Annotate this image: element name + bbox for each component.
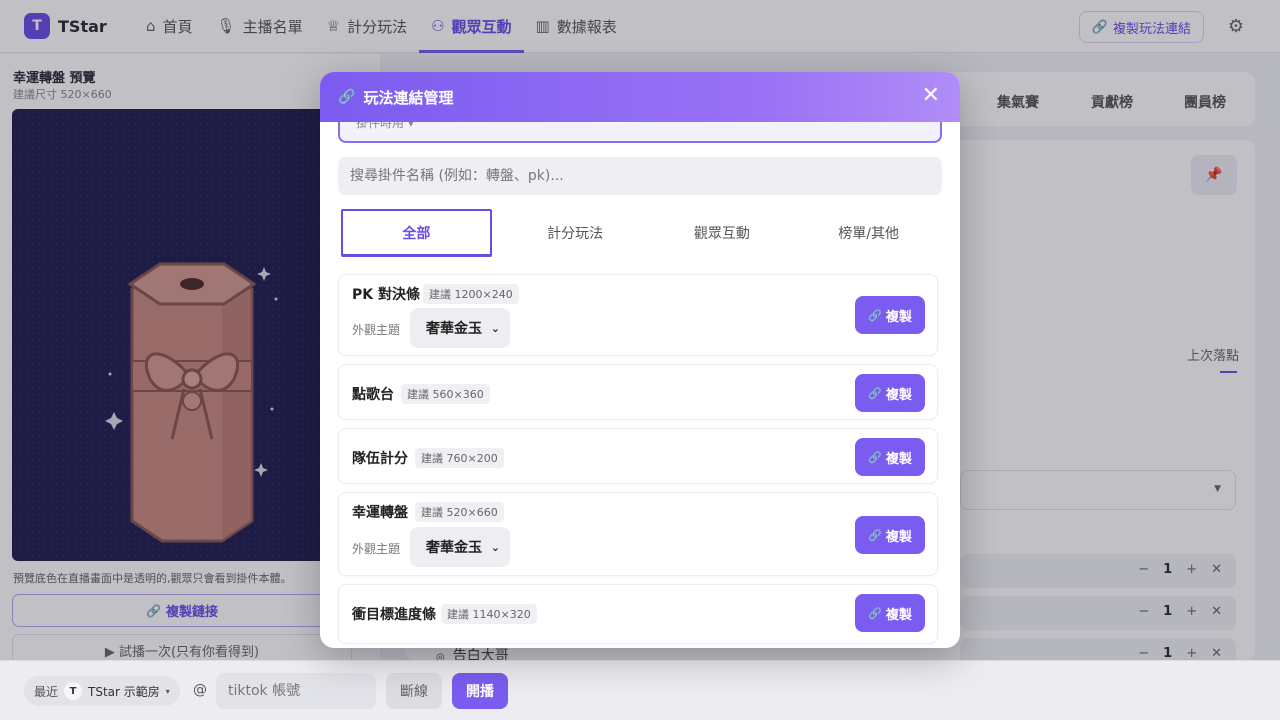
copy-label: 複製 xyxy=(885,387,912,403)
link-icon: 🔗 xyxy=(868,386,882,400)
theme-select[interactable]: 奢華金玉 ⌄ xyxy=(410,527,510,567)
tab-scoring[interactable]: 計分玩法 xyxy=(502,207,649,259)
copy-label: 複製 xyxy=(885,607,912,623)
recent-label: 最近 xyxy=(34,684,59,699)
widget-name: 隊伍計分 xyxy=(352,451,408,467)
widget-name: 衝目標進度條 xyxy=(352,607,436,623)
widget-size: 建議 1140×320 xyxy=(441,604,537,624)
widget-size: 建議 760×200 xyxy=(415,448,504,468)
copy-label: 複製 xyxy=(885,529,912,545)
bottom-bar: 最近 T TStar 示範房 ▾ @ 斷線 開播 xyxy=(0,660,1280,720)
tab-all[interactable]: 全部 xyxy=(341,209,492,257)
widget-name: 幸運轉盤 xyxy=(352,505,408,521)
theme-value: 奢華金玉 xyxy=(426,321,482,337)
copy-button[interactable]: 🔗 複製 xyxy=(855,516,925,554)
recent-room-chip[interactable]: 最近 T TStar 示範房 ▾ xyxy=(24,676,180,706)
widget-size: 建議 1200×240 xyxy=(423,284,519,304)
modal-title: 玩法連結管理 xyxy=(363,88,454,107)
link-icon: 🔗 xyxy=(338,89,356,105)
chevron-down-icon: ⌄ xyxy=(490,321,500,335)
link-icon: 🔗 xyxy=(868,606,882,620)
link-icon: 🔗 xyxy=(868,528,882,542)
modal-header: 🔗 玩法連結管理 ✕ xyxy=(320,72,960,122)
link-management-modal: 🔗 玩法連結管理 ✕ 掛件時用 ▾ 全部 計分玩法 觀眾互動 榜單/其他 PK … xyxy=(320,72,960,648)
copy-button[interactable]: 🔗 複製 xyxy=(855,296,925,334)
category-tabs: 全部 計分玩法 觀眾互動 榜單/其他 xyxy=(338,207,942,259)
copy-button[interactable]: 🔗 複製 xyxy=(855,438,925,476)
theme-label: 外觀主題 xyxy=(352,542,401,556)
room-avatar: T xyxy=(64,682,83,700)
widget-name: PK 對決條 xyxy=(352,287,420,303)
start-broadcast-button[interactable]: 開播 xyxy=(452,673,508,709)
widget-card: 點歌台 建議 560×360 🔗 複製 xyxy=(338,364,938,420)
tiktok-account-input[interactable] xyxy=(216,673,376,709)
copy-button[interactable]: 🔗 複製 xyxy=(855,594,925,632)
at-sign: @ xyxy=(193,682,207,698)
usage-select[interactable]: 掛件時用 ▾ xyxy=(338,122,942,143)
close-icon[interactable]: ✕ xyxy=(922,84,940,108)
theme-label: 外觀主題 xyxy=(352,323,401,337)
copy-button[interactable]: 🔗 複製 xyxy=(855,374,925,412)
room-name: TStar 示範房 xyxy=(88,684,160,699)
tab-ranking-other[interactable]: 榜單/其他 xyxy=(795,207,942,259)
search-input[interactable] xyxy=(338,157,942,195)
widget-card: 幸運轉盤 建議 520×660 外觀主題 奢華金玉 ⌄ 🔗 複製 xyxy=(338,492,938,576)
widget-size: 建議 520×660 xyxy=(415,502,504,522)
copy-label: 複製 xyxy=(885,309,912,325)
chevron-down-icon: ▾ xyxy=(165,686,170,696)
copy-label: 複製 xyxy=(885,451,912,467)
tab-audience[interactable]: 觀眾互動 xyxy=(649,207,796,259)
widget-card: 衝目標進度條 建議 1140×320 🔗 複製 xyxy=(338,584,938,644)
link-icon: 🔗 xyxy=(868,308,882,322)
theme-select[interactable]: 奢華金玉 ⌄ xyxy=(410,308,510,348)
chevron-down-icon: ⌄ xyxy=(490,540,500,554)
widget-name: 點歌台 xyxy=(352,387,394,403)
disconnect-button[interactable]: 斷線 xyxy=(386,673,442,709)
widget-card: 隊伍計分 建議 760×200 🔗 複製 xyxy=(338,428,938,484)
link-icon: 🔗 xyxy=(868,450,882,464)
widget-card: PK 對決條 建議 1200×240 外觀主題 奢華金玉 ⌄ 🔗 複製 xyxy=(338,274,938,356)
modal-body: 掛件時用 ▾ 全部 計分玩法 觀眾互動 榜單/其他 PK 對決條 建議 1200… xyxy=(320,122,960,648)
widget-size: 建議 560×360 xyxy=(401,384,490,404)
theme-value: 奢華金玉 xyxy=(426,540,482,556)
